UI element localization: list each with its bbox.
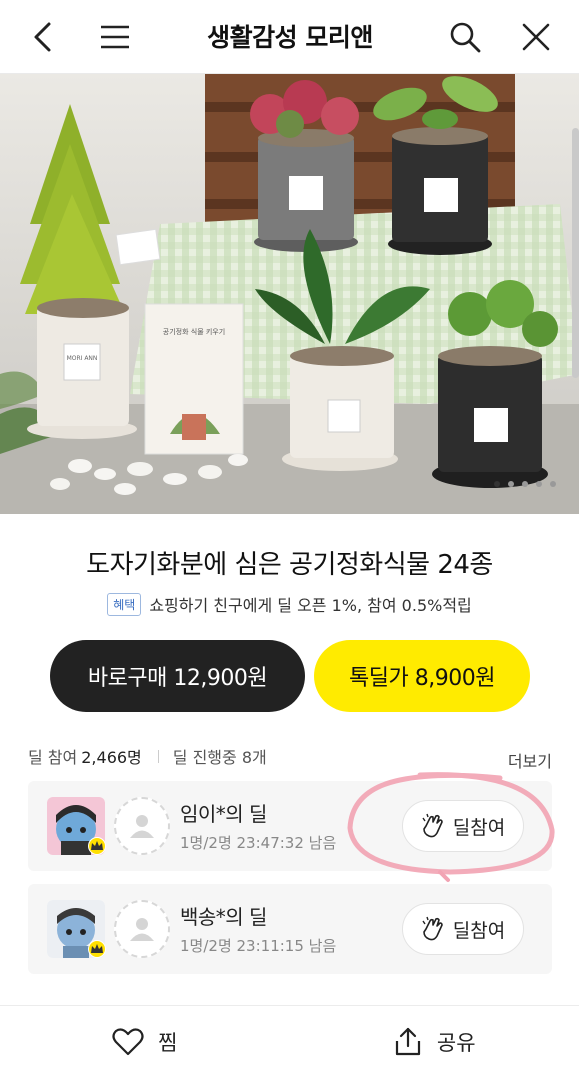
menu-button[interactable] [90,12,140,62]
pot-label: MORI ANN [67,355,98,362]
product-image[interactable]: MORI ANN 공기정화 식물 키우기 [0,74,579,514]
empty-participant-slot [114,797,170,855]
benefit-row: 혜택 쇼핑하기 친구에게 딜 오픈 1%, 참여 0.5%적립 [0,592,579,616]
share-icon [395,1027,421,1056]
product-title: 도자기화분에 심은 공기정화식물 24종 [86,550,493,580]
app-header: 생활감성 모리앤 [0,0,579,74]
participants-count: 2,466명 [81,748,142,767]
join-deal-button[interactable]: 딜참여 [402,800,524,852]
wish-button[interactable]: 찜 [0,1006,290,1078]
booklet-title: 공기정화 식물 키우기 [163,327,225,336]
host-crown-icon [88,837,106,855]
deal-name: 백송*의 딜 [180,905,267,929]
bottom-action-bar: 찜 공유 [0,1006,579,1078]
deal-price-button[interactable]: 톡딜가 8,900원 [314,640,530,712]
deal-meta: 1명/2명 23:47:32 남음 [180,834,337,852]
product-photo: MORI ANN 공기정화 식물 키우기 [0,74,579,514]
search-icon [450,22,481,53]
clapping-hands-icon [422,813,443,838]
share-label: 공유 [436,1031,476,1055]
benefit-badge: 혜택 [107,592,142,616]
more-link[interactable]: 더보기 [508,748,552,772]
ongoing-deals: 딜 진행중 8개 [172,748,267,767]
deal-card: 백송*의 딜 1명/2명 23:11:15 남음 딜참여 [28,884,552,974]
search-button[interactable] [440,12,490,62]
deal-stats: 딜 참여 2,466명 딜 진행중 8개 더보기 [28,744,552,771]
empty-participant-slot [114,900,170,958]
user-placeholder-icon [130,918,154,941]
deal-meta: 1명/2명 23:11:15 남음 [180,937,337,955]
scrollbar[interactable] [572,128,579,378]
page-title: 생활감성 모리앤 [207,23,373,52]
user-placeholder-icon [130,815,154,838]
clapping-hands-icon [422,916,443,941]
hamburger-icon [101,25,129,49]
back-button[interactable] [18,12,68,62]
join-deal-label: 딜참여 [452,919,506,942]
direct-buy-button[interactable]: 바로구매 12,900원 [50,640,305,712]
close-icon [522,23,550,51]
share-button[interactable]: 공유 [290,1006,579,1078]
join-deal-label: 딜참여 [452,816,506,839]
heart-icon [112,1028,144,1056]
deal-name: 임이*의 딜 [180,802,267,826]
chevron-left-icon [34,22,51,52]
divider [157,749,159,763]
purchase-buttons: 바로구매 12,900원 톡딜가 8,900원 [50,640,530,712]
wish-label: 찜 [158,1031,178,1055]
benefit-text: 쇼핑하기 친구에게 딜 오픈 1%, 참여 0.5%적립 [149,596,472,615]
participants-label: 딜 참여 [28,748,78,767]
host-crown-icon [88,940,106,958]
join-deal-button[interactable]: 딜참여 [402,903,524,955]
close-button[interactable] [511,12,561,62]
deal-card: 임이*의 딜 1명/2명 23:47:32 남음 딜참여 [28,781,552,871]
